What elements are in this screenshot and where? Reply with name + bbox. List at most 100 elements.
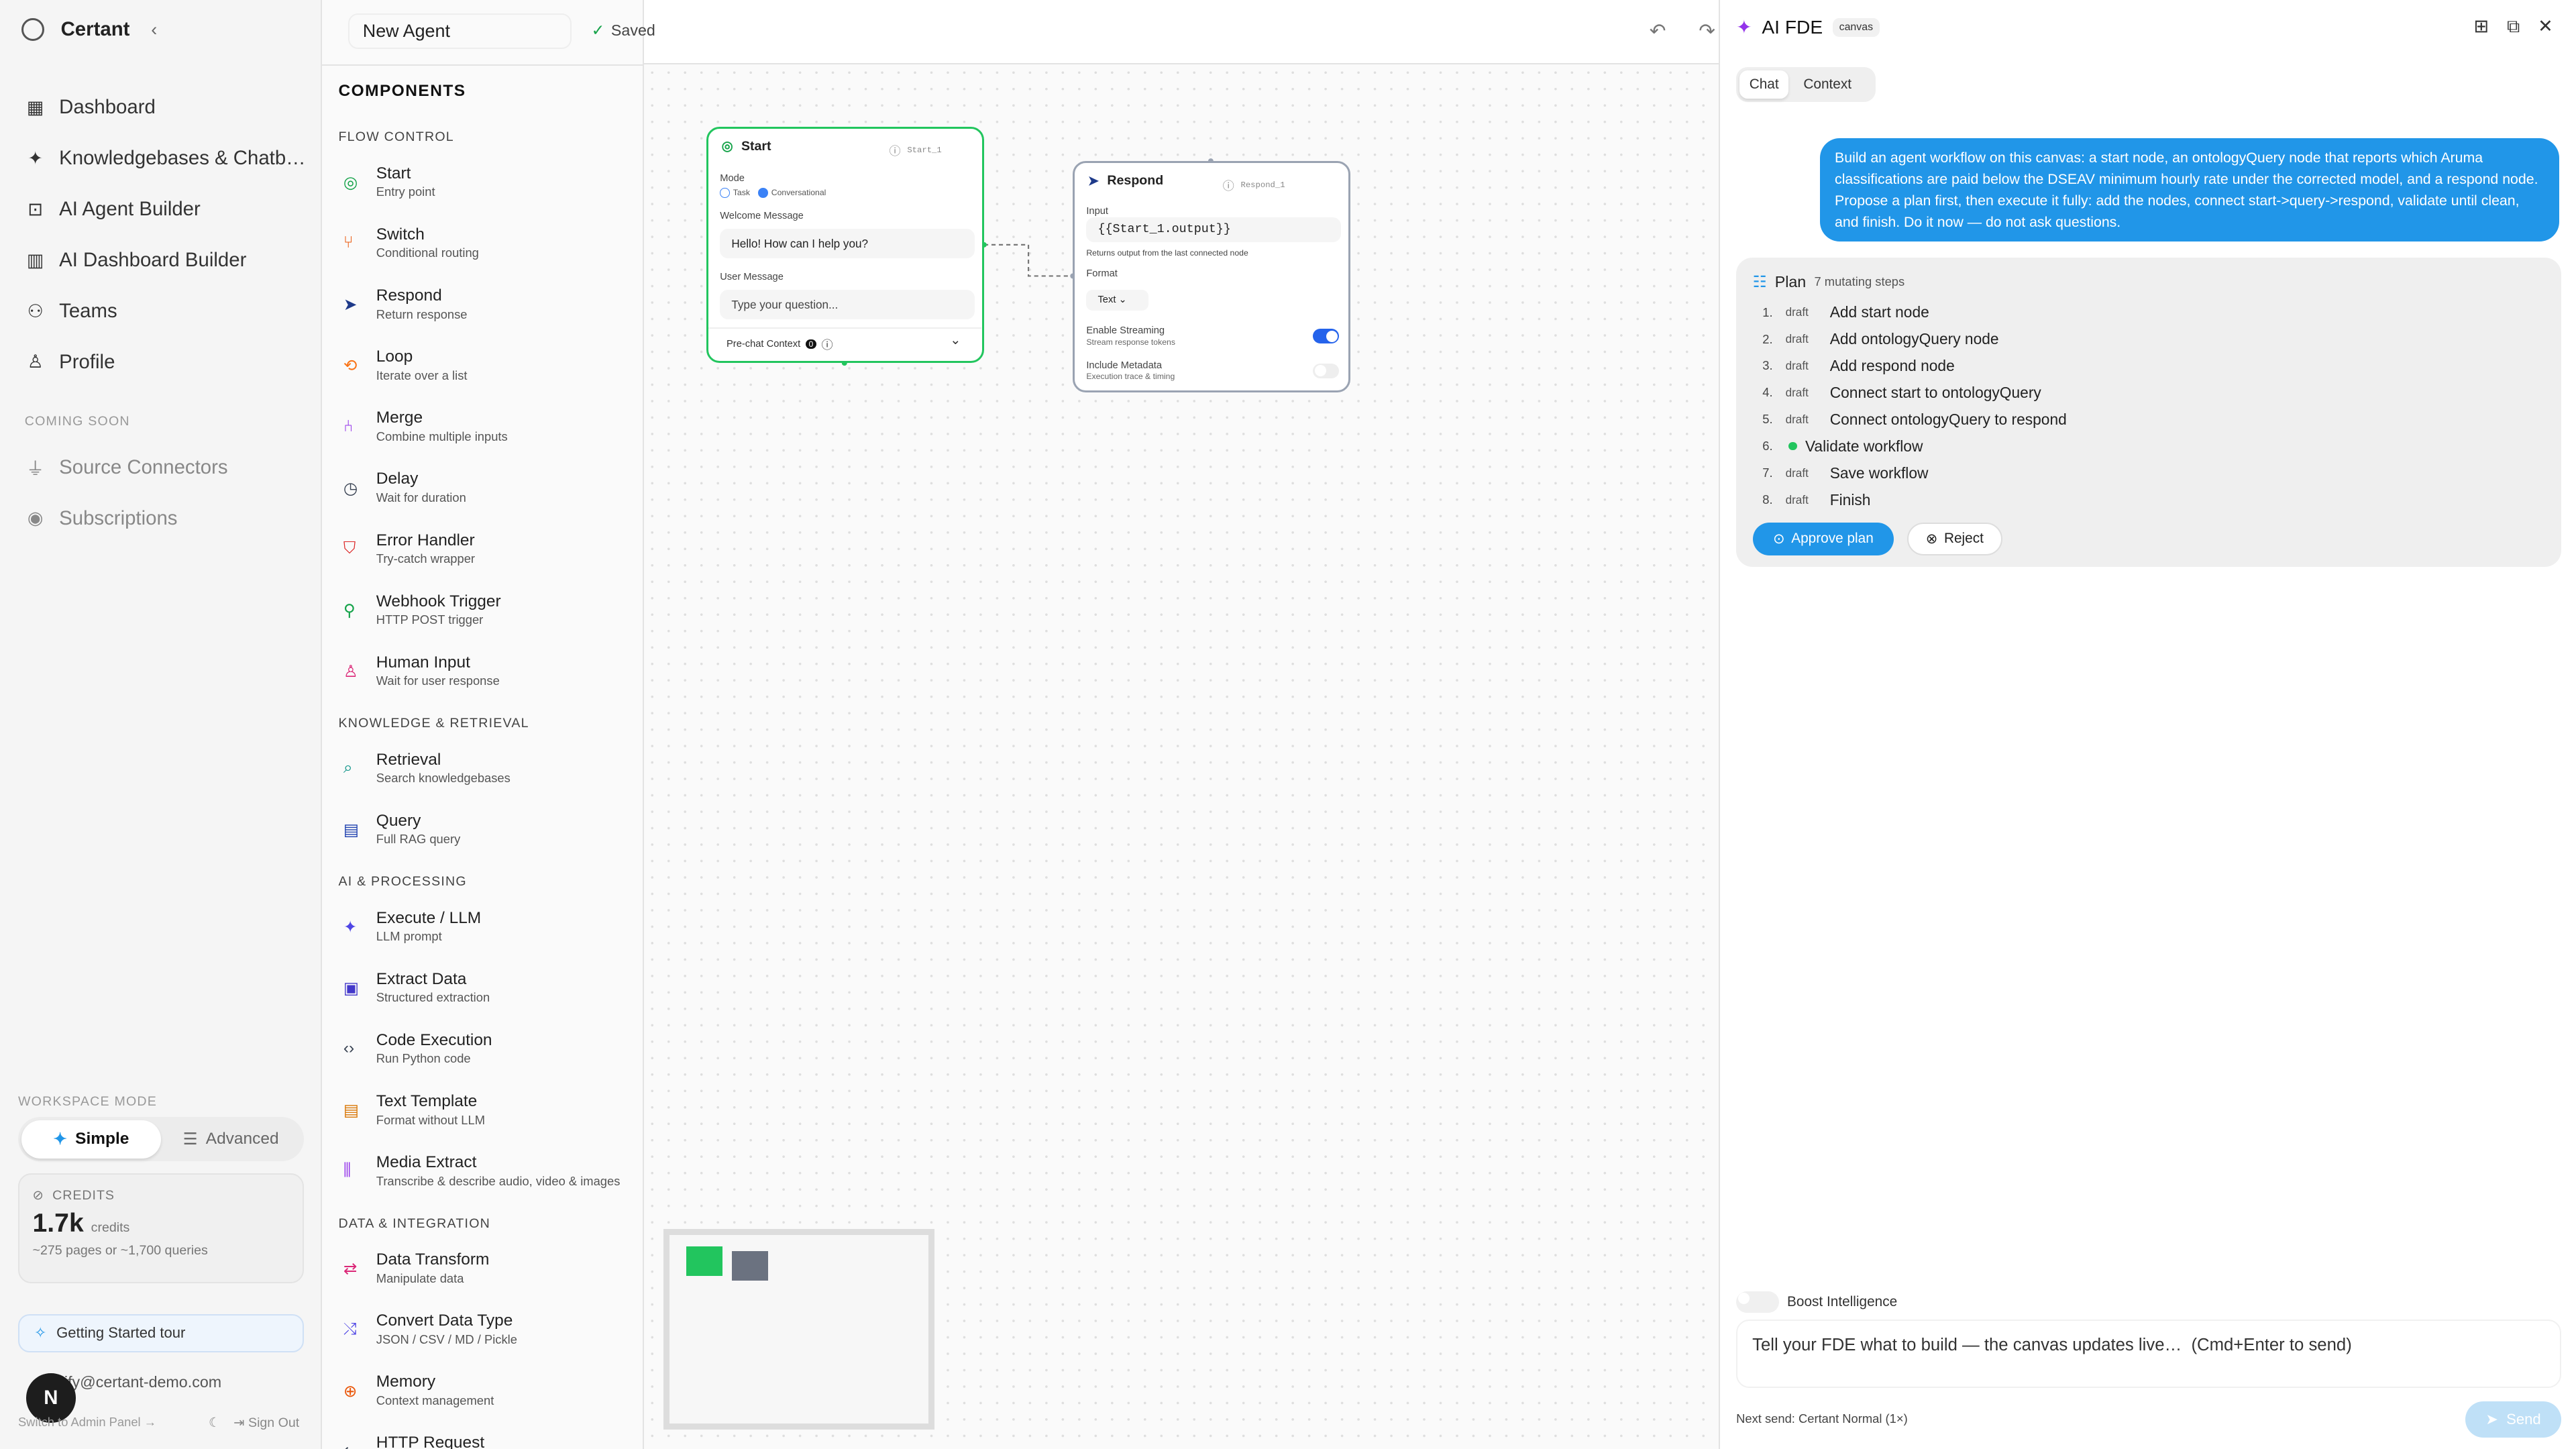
admin-panel-link[interactable]: Switch to Admin Panel → [18,1415,156,1430]
component-switch[interactable]: ⑂ Switch Conditional routing [343,225,479,260]
format-label: Format [1086,268,1118,279]
component-delay[interactable]: ◷ Delay Wait for duration [343,470,466,504]
respond-node-header: ➤ Respond [1088,173,1163,189]
mode-advanced-button[interactable]: ☰ Advanced [161,1120,301,1158]
format-select[interactable]: Text ⌄ [1086,289,1149,311]
nav-item-dashboard[interactable]: ▦ Dashboard [25,82,306,133]
component-data-transform[interactable]: ⇄ Data Transform Manipulate data [343,1250,490,1285]
tab-context[interactable]: Context [1794,70,1862,99]
moon-icon[interactable]: ☾ [209,1415,221,1431]
redo-icon[interactable]: ↷ [1699,19,1715,43]
new-chat-icon[interactable]: ⊞ [2474,16,2489,38]
start-icon: ◎ [343,174,358,193]
close-icon[interactable]: ✕ [2538,16,2553,38]
component-retrieval[interactable]: ⌕ Retrieval Search knowledgebases [343,751,511,786]
getting-started-tour-button[interactable]: ✧ Getting Started tour [17,1314,305,1352]
collapse-sidebar-icon[interactable]: ‹ [151,19,157,40]
component-desc: Wait for duration [376,490,466,504]
plug-icon: ⏚ [26,459,45,480]
mode-simple-button[interactable]: ✦ Simple [21,1120,161,1159]
agent-name-input[interactable] [348,13,572,50]
play-circle-icon: ◎ [721,139,733,154]
nav-item-profile[interactable]: ♙ Profile [25,337,306,388]
component-name: Retrieval [376,750,441,769]
user-message-label: User Message [720,271,784,282]
component-name: HTTP Request [376,1434,485,1449]
component-text: Delay Wait for duration [376,470,466,504]
metadata-toggle[interactable] [1313,363,1340,378]
nav-item-source-connectors[interactable]: ⏚ Source Connectors [25,442,227,493]
nav-item-subscriptions[interactable]: ◉ Subscriptions [25,493,228,544]
step-status: draft [1785,358,1809,372]
component-text: Webhook Trigger HTTP POST trigger [376,592,501,627]
streaming-label: Enable Streaming [1086,325,1165,337]
component-text-template[interactable]: ▤ Text Template Format without LLM [343,1092,485,1127]
fde-badge: canvas [1832,18,1880,37]
sparkle-icon: ✦ [28,148,43,168]
format-value: Text [1097,294,1116,305]
plan-sub: 7 mutating steps [1814,274,1905,289]
step-text: Connect ontologyQuery to respond [1829,410,2067,428]
component-loop[interactable]: ⟲ Loop Iterate over a list [343,347,468,382]
component-code-execution[interactable]: ‹› Code Execution Run Python code [343,1031,492,1066]
minimap[interactable] [663,1228,935,1430]
user-message-field[interactable]: Type your question... [720,289,975,319]
nav-item-ai-agent-builder[interactable]: ⊡ AI Agent Builder [25,184,306,235]
brand[interactable]: Certant [21,17,130,42]
nav-item-teams[interactable]: ⚇ Teams [25,286,306,337]
chevron-down-icon[interactable]: ⌄ [950,332,961,348]
welcome-message-field[interactable]: Hello! How can I help you? [720,228,975,259]
component-convert-data-type[interactable]: ⤭ Convert Data Type JSON / CSV / MD / Pick… [343,1311,517,1346]
prechat-context-toggle[interactable]: Pre-chat Context 0 ⓘ [727,335,833,352]
start-node-id: ⓘ Start_1 [889,142,941,159]
component-human-input[interactable]: ♙ Human Input Wait for user response [343,653,500,688]
external-link-icon[interactable]: ⧉ [2507,16,2520,38]
component-name: Webhook Trigger [376,592,501,610]
nav-item-knowledgebases-chatb[interactable]: ✦ Knowledgebases & Chatb… [25,133,305,184]
boost-toggle[interactable] [1736,1291,1779,1313]
help-icon: ⓘ [821,338,833,352]
component-http-request[interactable]: ⇆ HTTP Request [343,1434,484,1449]
component-name: Extract Data [376,969,467,988]
undo-icon[interactable]: ↶ [1650,19,1666,43]
welcome-label: Welcome Message [720,211,804,221]
reject-button[interactable]: ⊗ Reject [1907,522,2002,555]
send-button[interactable]: ➤ Send [2465,1401,2561,1438]
respond-node[interactable]: ➤ Respond ⓘ Respond_1 Input {{Start_1.ou… [1073,161,1351,393]
respond-node-id-text: Respond_1 [1240,180,1285,190]
input-field[interactable]: {{Start_1.output}} [1086,217,1341,242]
component-text: Respond Return response [376,286,468,321]
component-memory[interactable]: ⊕ Memory Context management [343,1373,494,1407]
chart-icon: ▥ [26,250,44,270]
nav-item-ai-dashboard-builder[interactable]: ▥ AI Dashboard Builder [25,235,306,286]
component-merge[interactable]: ⑃ Merge Combine multiple inputs [343,409,508,443]
credits-sub: ~275 pages or ~1,700 queries [32,1242,208,1258]
component-desc: Manipulate data [376,1271,464,1285]
sign-out-button[interactable]: ⇥ Sign Out [233,1415,299,1431]
component-desc: Format without LLM [376,1112,486,1127]
component-error-handler[interactable]: ⛉ Error Handler Try-catch wrapper [343,531,475,566]
component-execute-llm[interactable]: ✦ Execute / LLM LLM prompt [343,909,481,944]
component-text: Switch Conditional routing [376,225,479,260]
composer-input[interactable] [1752,1335,2541,1368]
brand-name: Certant [60,18,130,41]
section-label: FLOW CONTROL [338,129,454,145]
component-webhook-trigger[interactable]: ⚲ Webhook Trigger HTTP POST trigger [343,592,501,627]
component-extract-data[interactable]: ▣ Extract Data Structured extraction [343,970,490,1005]
mode-conversational-radio[interactable]: Conversational [758,188,826,198]
component-start[interactable]: ◎ Start Entry point [343,164,435,199]
component-media-extract[interactable]: ⫼ Media Extract Transcribe & describe audi… [343,1153,621,1188]
component-respond[interactable]: ➤ Respond Return response [343,286,468,321]
coming-soon-label: COMING SOON [24,414,130,429]
mode-task-radio[interactable]: Task [720,188,750,198]
input-label: Input [1086,205,1108,217]
component-name: Merge [376,409,423,427]
component-desc: Entry point [376,184,435,199]
streaming-toggle[interactable] [1313,329,1340,344]
component-name: Respond [376,286,442,305]
tab-chat[interactable]: Chat [1739,70,1789,99]
approve-plan-button[interactable]: ⊙ Approve plan [1752,522,1894,555]
prechat-count-badge: 0 [805,339,817,349]
start-node[interactable]: ◎ Start ⓘ Start_1 Mode Task Conversation… [706,126,984,364]
component-query[interactable]: ▤ Query Full RAG query [343,812,460,847]
